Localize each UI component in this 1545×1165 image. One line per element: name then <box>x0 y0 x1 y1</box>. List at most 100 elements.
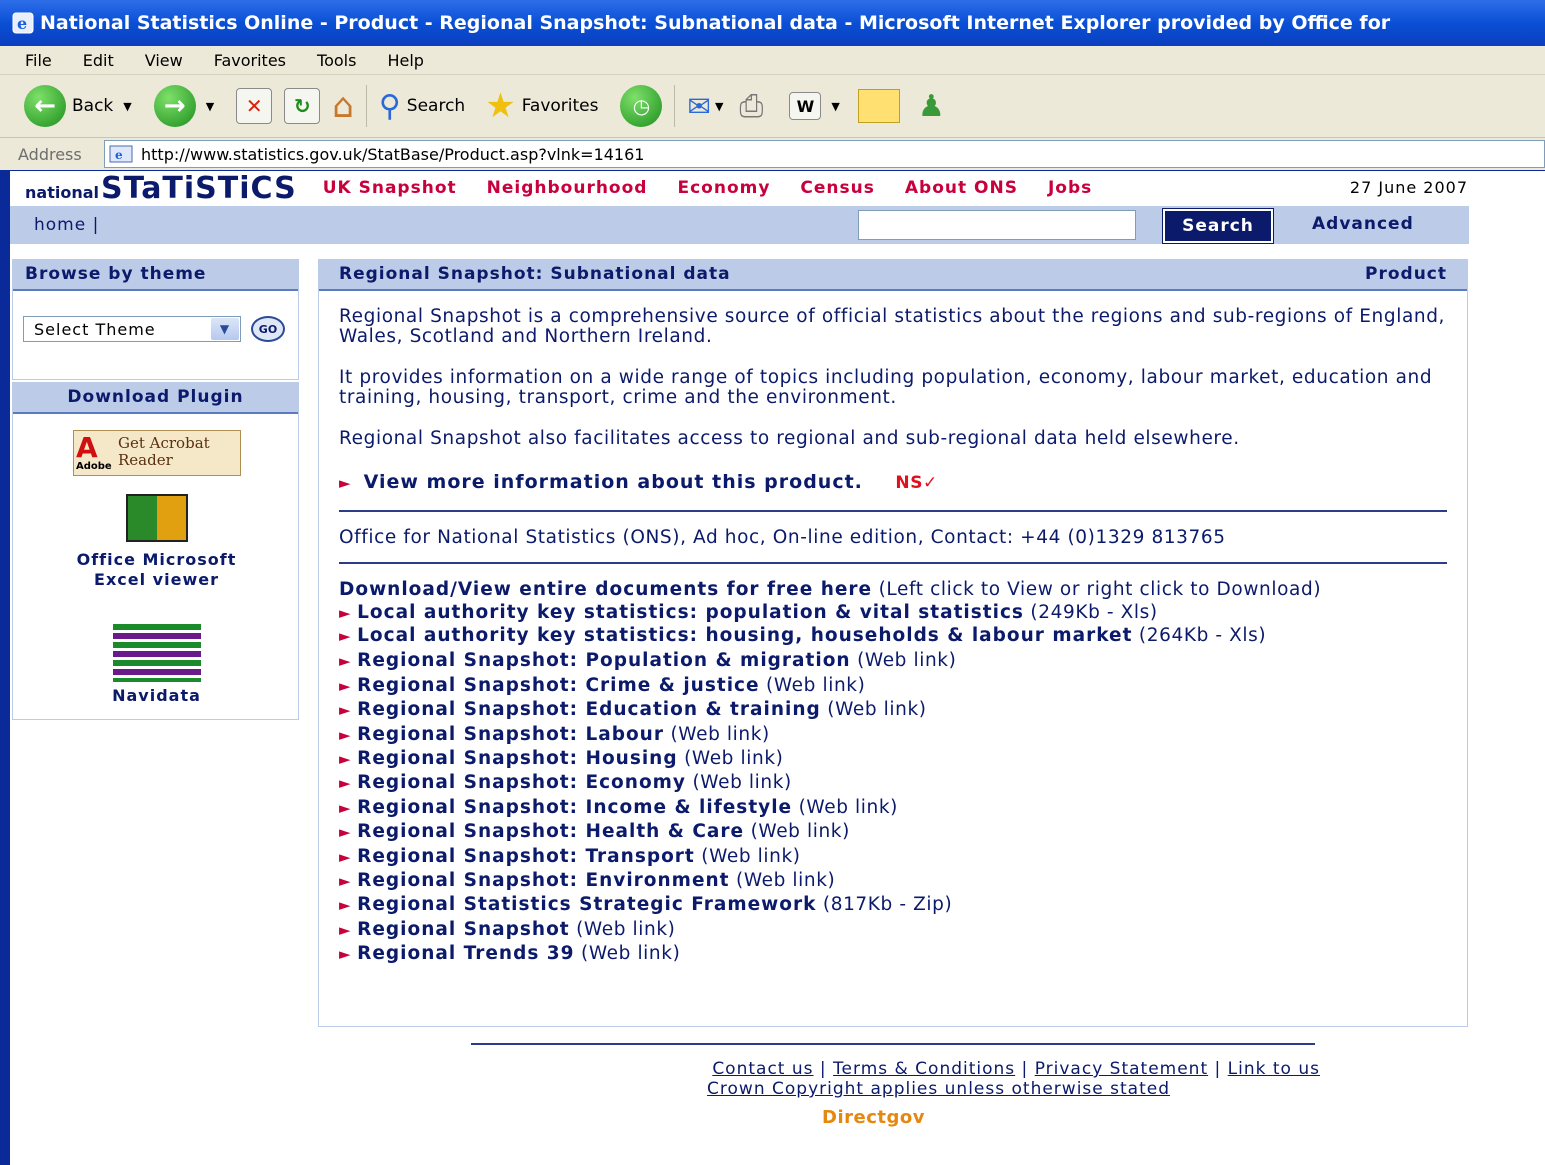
printer-icon: ⎙ <box>739 88 764 124</box>
directgov-logo[interactable]: Directgov <box>822 1107 925 1128</box>
copyright-link[interactable]: Crown Copyright applies unless otherwise… <box>707 1079 1170 1099</box>
download-link[interactable]: Regional Snapshot: Transport <box>357 846 695 867</box>
nav-economy[interactable]: Economy <box>677 178 770 198</box>
download-link[interactable]: Regional Snapshot: Population & migratio… <box>357 650 850 671</box>
download-link-item: ► Regional Statistics Strategic Framework… <box>339 893 1447 917</box>
home-link[interactable]: home | <box>34 215 99 235</box>
home-icon: ⌂ <box>332 86 354 126</box>
download-link-note: (Web link) <box>684 748 784 770</box>
forward-dropdown-icon[interactable]: ▼ <box>206 100 214 113</box>
menu-view[interactable]: View <box>145 51 183 70</box>
link-to-us-link[interactable]: Link to us <box>1228 1059 1320 1079</box>
contact-info: Office for National Statistics (ONS), Ad… <box>339 527 1226 548</box>
svg-text:e: e <box>17 14 27 33</box>
favorites-button[interactable]: ★ Favorites <box>485 86 598 126</box>
nav-census[interactable]: Census <box>800 178 874 198</box>
mail-button[interactable]: ✉ ▼ <box>687 90 723 123</box>
arrow-right-icon: ► <box>339 725 352 744</box>
terms-link[interactable]: Terms & Conditions <box>833 1059 1015 1079</box>
main-panel: Regional Snapshot: Subnational data Prod… <box>318 259 1468 1027</box>
excel-viewer-plugin[interactable]: Office Microsoft Excel viewer <box>13 494 300 590</box>
download-link-item: ► Regional Snapshot: Economy (Web link) <box>339 771 1447 795</box>
advanced-search-link[interactable]: Advanced <box>1312 214 1414 234</box>
discuss-button[interactable] <box>857 89 900 123</box>
more-info-row: ► View more information about this produ… <box>339 472 1447 496</box>
go-button[interactable]: GO <box>251 316 285 342</box>
download-link-item: ► Regional Snapshot: Transport (Web link) <box>339 845 1447 869</box>
excel-puzzle-icon <box>125 494 188 542</box>
history-button[interactable]: ◷ <box>620 85 663 127</box>
download-link[interactable]: Regional Statistics Strategic Framework <box>357 894 816 915</box>
page-date: 27 June 2007 <box>1349 178 1468 197</box>
home-button[interactable]: ⌂ <box>332 86 354 126</box>
product-label: Product <box>1365 264 1447 284</box>
print-button[interactable]: ⎙ <box>739 89 763 124</box>
refresh-button[interactable]: ↻ <box>284 88 321 124</box>
download-link-item: ► Local authority key statistics: housing… <box>339 625 1447 647</box>
refresh-icon: ↻ <box>284 88 321 124</box>
download-link[interactable]: Regional Snapshot: Education & training <box>357 699 821 720</box>
download-link-item: ► Local authority key statistics: populat… <box>339 601 1447 625</box>
mail-dropdown-icon[interactable]: ▼ <box>715 100 723 113</box>
download-link[interactable]: Local authority key statistics: populati… <box>357 602 1024 623</box>
back-dropdown-icon[interactable]: ▼ <box>123 100 131 113</box>
site-search-input[interactable] <box>858 210 1136 240</box>
download-link[interactable]: Regional Snapshot: Environment <box>357 870 729 891</box>
plugin-list: A Adobe Get Acrobat Reader Office Micros… <box>13 414 298 719</box>
browse-theme-heading: Browse by theme <box>13 259 298 291</box>
search-button[interactable]: ⚲ Search <box>379 89 465 124</box>
download-link-note: (817Kb - Zip) <box>822 894 953 916</box>
divider <box>339 510 1447 512</box>
navidata-plugin[interactable]: Navidata <box>13 624 300 706</box>
browser-toolbar: ← Back ▼ → ▼ ✕ ↻ ⌂ ⚲ Search ★ Favorites … <box>0 75 1545 138</box>
download-intro: Download/View entire documents for free … <box>339 580 1447 600</box>
download-link-note: (Web link) <box>750 821 850 843</box>
menu-file[interactable]: File <box>25 51 52 70</box>
download-link-note: (Web link) <box>857 650 957 672</box>
download-link[interactable]: Regional Snapshot: Housing <box>357 748 677 769</box>
nav-about-ons[interactable]: About ONS <box>905 178 1018 198</box>
site-search-button[interactable]: Search <box>1162 208 1274 244</box>
download-link[interactable]: Regional Snapshot: Health & Care <box>357 821 744 842</box>
edit-dropdown-icon[interactable]: ▼ <box>831 100 839 113</box>
menu-help[interactable]: Help <box>387 51 423 70</box>
nav-neighbourhood[interactable]: Neighbourhood <box>487 178 648 198</box>
download-link[interactable]: Regional Trends 39 <box>357 943 574 964</box>
address-field[interactable]: e http://www.statistics.gov.uk/StatBase/… <box>104 140 1545 168</box>
chevron-down-icon[interactable]: ▼ <box>211 318 239 340</box>
messenger-button[interactable]: ♟ <box>918 89 945 124</box>
menu-edit[interactable]: Edit <box>83 51 114 70</box>
nav-uk-snapshot[interactable]: UK Snapshot <box>323 178 457 198</box>
download-link[interactable]: Local authority key statistics: housing,… <box>357 625 1132 646</box>
download-note: (Left click to View or right click to Do… <box>878 579 1322 600</box>
history-icon: ◷ <box>620 85 663 127</box>
back-button[interactable]: ← Back ▼ <box>24 85 132 127</box>
forward-button[interactable]: → ▼ <box>153 85 214 127</box>
intro-paragraph-1: Regional Snapshot is a comprehensive sou… <box>339 306 1446 347</box>
theme-select[interactable]: Select Theme ▼ <box>23 316 241 342</box>
search-label: Search <box>406 96 466 116</box>
messenger-icon: ♟ <box>917 88 945 124</box>
download-link[interactable]: Regional Snapshot <box>357 919 569 940</box>
stop-button[interactable]: ✕ <box>236 88 273 124</box>
download-link[interactable]: Regional Snapshot: Crime & justice <box>357 675 759 696</box>
contact-us-link[interactable]: Contact us <box>712 1059 813 1079</box>
download-link[interactable]: Regional Snapshot: Labour <box>357 724 664 745</box>
download-link-note: (264Kb - Xls) <box>1138 625 1267 647</box>
menu-favorites[interactable]: Favorites <box>214 51 286 70</box>
download-link[interactable]: Regional Snapshot: Income & lifestyle <box>357 797 792 818</box>
nav-jobs[interactable]: Jobs <box>1048 178 1092 198</box>
svg-text:e: e <box>115 148 123 162</box>
edit-button[interactable]: W ▼ <box>789 92 840 120</box>
download-link[interactable]: Regional Snapshot: Economy <box>357 772 686 793</box>
menu-tools[interactable]: Tools <box>317 51 356 70</box>
arrow-right-icon: ► <box>339 676 352 695</box>
more-info-link[interactable]: View more information about this product… <box>364 471 863 493</box>
download-link-note: (Web link) <box>827 699 927 721</box>
download-link-item: ► Regional Snapshot: Population & migrati… <box>339 649 1447 673</box>
window-title: National Statistics Online - Product - R… <box>40 12 1391 34</box>
site-logo[interactable]: national STaTiSTiCS <box>25 171 297 206</box>
acrobat-reader-plugin[interactable]: A Adobe Get Acrobat Reader <box>73 430 241 476</box>
download-heading: Download/View entire documents for free … <box>339 579 873 600</box>
privacy-link[interactable]: Privacy Statement <box>1035 1059 1208 1079</box>
